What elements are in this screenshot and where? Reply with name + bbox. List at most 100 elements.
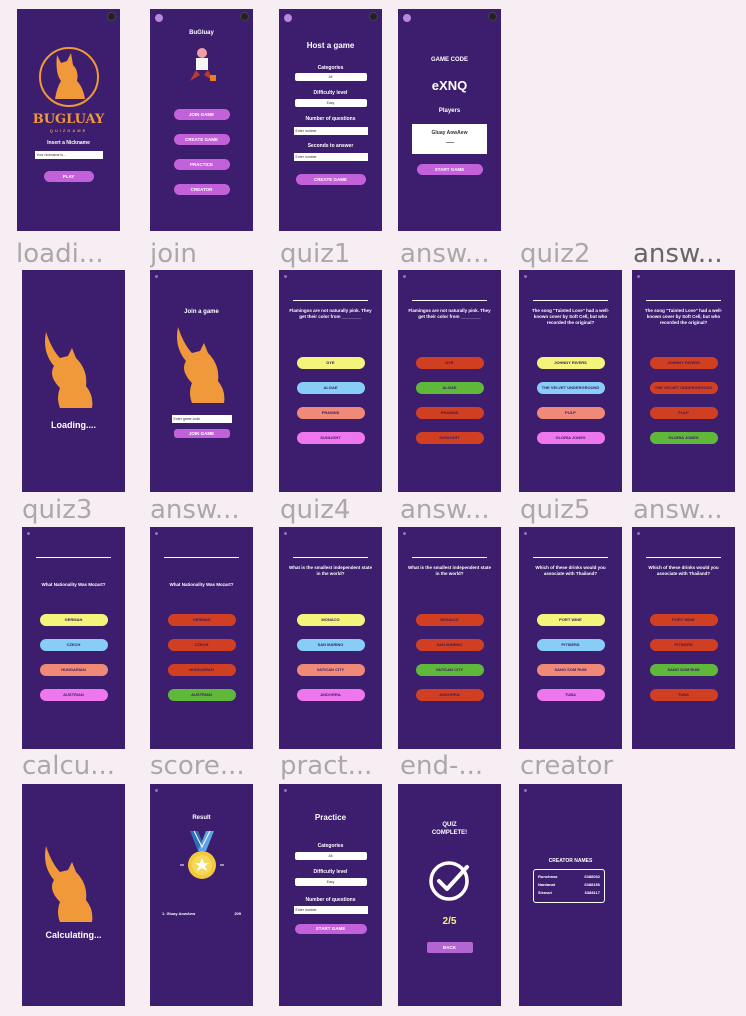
- creator-button[interactable]: CREATOR: [173, 184, 230, 195]
- creator-id: 6388032: [584, 874, 600, 879]
- question-text: What is the smallest independent state i…: [407, 565, 492, 576]
- questions-input[interactable]: Enter number: [293, 127, 368, 135]
- option-4[interactable]: ANDORRA: [296, 689, 365, 701]
- quiz-complete-title-1: QUIZ: [442, 822, 457, 828]
- option-4[interactable]: SUNLIGHT: [296, 432, 365, 444]
- question-text: What Nationality Was Mozart?: [169, 582, 234, 587]
- categories-select[interactable]: All: [294, 852, 367, 860]
- back-icon[interactable]: [284, 789, 287, 792]
- option-2[interactable]: CZECH: [39, 639, 108, 651]
- avatar[interactable]: [155, 14, 163, 22]
- check-circle-icon: [429, 861, 469, 901]
- option-2: SAN MARINO: [415, 639, 484, 651]
- caption-join: join: [150, 240, 197, 268]
- settings-icon[interactable]: [240, 12, 249, 21]
- settings-icon[interactable]: [369, 12, 378, 21]
- divider: [412, 300, 487, 301]
- option-2[interactable]: PITSIERS: [536, 639, 605, 651]
- option-2[interactable]: ALGAE: [296, 382, 365, 394]
- option-1[interactable]: JOHNNY RIVERS: [536, 357, 605, 369]
- screen-quiz4: What is the smallest independent state i…: [279, 527, 382, 749]
- start-game-button[interactable]: START GAME: [416, 164, 483, 175]
- divider: [293, 300, 368, 301]
- option-3[interactable]: HUNGARIAN: [39, 664, 108, 676]
- option-2[interactable]: THE VELVET UNDERGROUND: [536, 382, 605, 394]
- avatar[interactable]: [403, 14, 411, 22]
- option-3: VATICAN CITY: [415, 664, 484, 676]
- seconds-input[interactable]: Enter number: [293, 153, 368, 161]
- option-2[interactable]: SAN MARINO: [296, 639, 365, 651]
- back-icon[interactable]: [524, 532, 527, 535]
- creator-table: Runchana 6388032 Nantanat 6388156 Siranut 6…: [533, 869, 605, 903]
- screen-answer5: Which of these drinks would you associat…: [632, 527, 735, 749]
- option-3: SANG SOM RUM: [649, 664, 718, 676]
- caption-score: score...: [150, 752, 245, 780]
- logo-subtitle: QUIZGAME: [49, 128, 88, 133]
- back-icon[interactable]: [284, 532, 287, 535]
- question-text: What is the smallest independent state i…: [288, 565, 373, 576]
- caption-calculating: calcu...: [22, 752, 116, 780]
- option-4[interactable]: AUSTRIAN: [39, 689, 108, 701]
- back-icon[interactable]: [403, 275, 406, 278]
- option-1: GERMAN: [167, 614, 236, 626]
- quiz-complete-title-2: COMPLETE!: [431, 830, 468, 836]
- screen-score: Result 1. Gluay AowAew 209: [150, 784, 253, 1006]
- join-game-button[interactable]: JOIN GAME: [173, 429, 230, 438]
- questions-input[interactable]: Enter number: [293, 906, 368, 914]
- option-1[interactable]: MONACO: [296, 614, 365, 626]
- back-icon[interactable]: [27, 532, 30, 535]
- caption-answer5: answ...: [633, 496, 723, 524]
- option-1: PORT WINE: [649, 614, 718, 626]
- creator-id: 6388117: [584, 890, 600, 895]
- option-1[interactable]: DYE: [296, 357, 365, 369]
- option-3: HUNGARIAN: [167, 664, 236, 676]
- option-2: ALGAE: [415, 382, 484, 394]
- difficulty-select[interactable]: Easy: [294, 878, 367, 886]
- game-code-input[interactable]: Enter game code: [171, 415, 232, 423]
- back-icon[interactable]: [403, 532, 406, 535]
- caption-creator: creator: [520, 752, 614, 780]
- players-label: Players: [438, 108, 461, 114]
- back-button[interactable]: BACK: [426, 942, 473, 953]
- option-3[interactable]: VATICAN CITY: [296, 664, 365, 676]
- option-4[interactable]: TUBA: [536, 689, 605, 701]
- categories-select[interactable]: All: [294, 73, 367, 81]
- option-3[interactable]: SANG SOM RUM: [536, 664, 605, 676]
- create-game-button[interactable]: CREATE GAME: [295, 174, 366, 185]
- screen-answer2: The song "Tainted Love" had a well-known…: [632, 270, 735, 492]
- divider: [412, 557, 487, 558]
- option-3[interactable]: PRAWNS: [296, 407, 365, 419]
- option-3[interactable]: PULP: [536, 407, 605, 419]
- back-icon[interactable]: [637, 532, 640, 535]
- play-button[interactable]: PLAY: [43, 171, 94, 182]
- screen-answer3: What Nationality Was Mozart? GERMAN CZEC…: [150, 527, 253, 749]
- back-icon[interactable]: [637, 275, 640, 278]
- difficulty-select[interactable]: Easy: [294, 99, 367, 107]
- creator-name: Nantanat: [538, 882, 556, 887]
- screen-creator: CREATOR NAMES Runchana 6388032 Nantanat 63…: [519, 784, 622, 1006]
- back-icon[interactable]: [524, 789, 527, 792]
- create-game-button[interactable]: CREATE GAME: [173, 134, 230, 145]
- back-icon[interactable]: [155, 532, 158, 535]
- back-icon[interactable]: [155, 789, 158, 792]
- settings-icon[interactable]: [488, 12, 497, 21]
- start-game-button[interactable]: START GAME: [294, 924, 367, 934]
- option-1: DYE: [415, 357, 484, 369]
- avatar[interactable]: [284, 14, 292, 22]
- join-game-button[interactable]: JOIN GAME: [173, 109, 230, 120]
- option-1[interactable]: GERMAN: [39, 614, 108, 626]
- option-1: MONACO: [415, 614, 484, 626]
- difficulty-label: Difficulty level: [313, 90, 348, 96]
- back-icon[interactable]: [155, 275, 158, 278]
- option-1[interactable]: PORT WINE: [536, 614, 605, 626]
- back-icon[interactable]: [524, 275, 527, 278]
- back-icon[interactable]: [284, 275, 287, 278]
- divider: [533, 300, 608, 301]
- screen-quiz2: The song "Tainted Love" had a well-known…: [519, 270, 622, 492]
- settings-icon[interactable]: [107, 12, 116, 21]
- join-title: Join a game: [184, 309, 219, 315]
- practice-button[interactable]: PRACTICE: [173, 159, 230, 170]
- screen-menu: BuGluay JOIN GAME CREATE GAME PRACTICE C…: [150, 9, 253, 231]
- option-4[interactable]: GLORIA JONES: [536, 432, 605, 444]
- nickname-input[interactable]: Your nickname is...: [34, 151, 103, 159]
